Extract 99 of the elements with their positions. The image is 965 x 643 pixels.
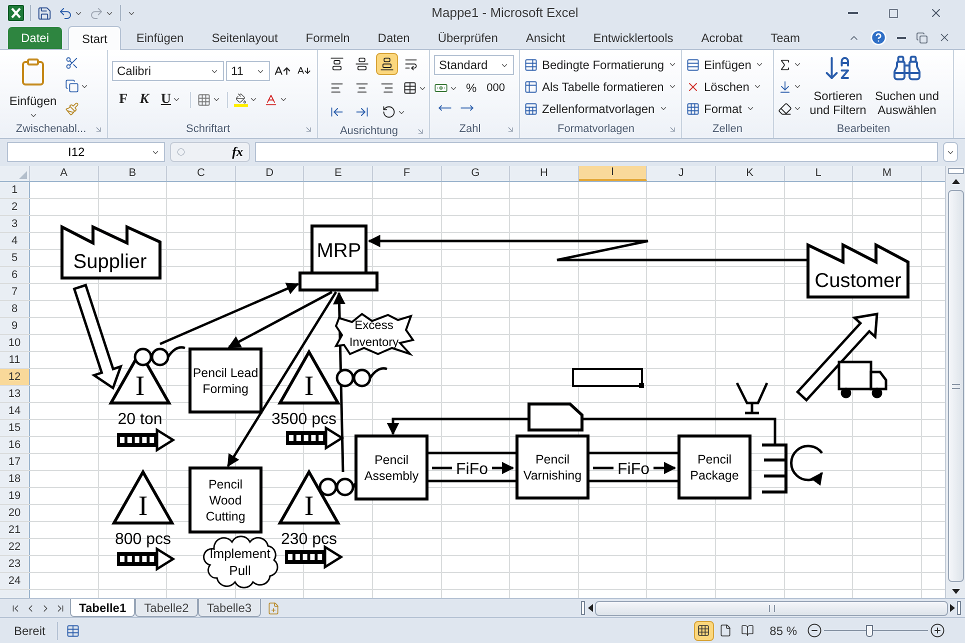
ribbon-tab[interactable]: Datei bbox=[8, 27, 62, 49]
styles-menu-button[interactable]: Als Tabelle formatieren bbox=[524, 77, 678, 96]
row-header[interactable]: 21 bbox=[0, 522, 30, 538]
row-header[interactable]: 16 bbox=[0, 437, 30, 453]
column-header[interactable]: D bbox=[236, 166, 304, 181]
column-header[interactable]: B bbox=[98, 166, 168, 181]
process-label: Pencil Lead Forming bbox=[192, 366, 258, 396]
process-label: Pencil Varnishing bbox=[523, 452, 582, 482]
sheet-tab[interactable]: Tabelle1 bbox=[70, 599, 136, 617]
percent-button[interactable]: % bbox=[464, 79, 479, 97]
process-label: Pencil Package bbox=[690, 452, 739, 482]
insert-function-button[interactable]: fx bbox=[170, 142, 250, 162]
row-header[interactable]: 24 bbox=[0, 573, 30, 589]
row-header[interactable]: 9 bbox=[0, 318, 30, 334]
row-header[interactable]: 20 bbox=[0, 505, 30, 521]
column-header[interactable]: M bbox=[853, 166, 922, 181]
group-label: Zahl bbox=[458, 122, 482, 138]
group-label: Ausrichtung bbox=[338, 124, 400, 139]
ribbon-tab[interactable]: Acrobat bbox=[688, 27, 756, 49]
ribbon-tab[interactable]: Start bbox=[68, 26, 122, 50]
inventory-amount: 230 pcs bbox=[280, 531, 338, 548]
note-text: Implement Pull bbox=[210, 546, 270, 578]
cells-menu-button[interactable]: Löschen bbox=[686, 77, 764, 96]
note-text: Excess Inventory bbox=[349, 318, 399, 349]
row-header[interactable]: 3 bbox=[0, 216, 30, 232]
underline-button[interactable]: U bbox=[158, 89, 184, 110]
thousands-button[interactable]: 000 bbox=[484, 80, 508, 96]
row-header[interactable]: 4 bbox=[0, 233, 30, 249]
styles-menu-button[interactable]: Zellenformatvorlagen bbox=[524, 99, 678, 118]
row-header[interactable]: 11 bbox=[0, 352, 30, 368]
ribbon-tab[interactable]: Seitenlayout bbox=[198, 27, 291, 49]
fifo-label: FiFo bbox=[618, 461, 650, 478]
row-header[interactable]: 23 bbox=[0, 556, 30, 572]
row-header[interactable]: 12 bbox=[0, 369, 30, 385]
inventory-amount: 800 pcs bbox=[114, 531, 172, 548]
row-header[interactable]: 18 bbox=[0, 471, 30, 487]
inventory-symbol: I bbox=[304, 491, 314, 522]
fifo-label: FiFo bbox=[456, 461, 488, 478]
ribbon-tab[interactable]: Einfügen bbox=[123, 27, 197, 49]
column-header[interactable]: G bbox=[442, 166, 510, 181]
row-header[interactable]: 7 bbox=[0, 284, 30, 300]
font-name-field[interactable]: Calibri bbox=[112, 61, 224, 81]
group-label: Bearbeiten bbox=[836, 122, 892, 138]
column-header[interactable]: E bbox=[304, 166, 373, 181]
inventory-symbol: I bbox=[138, 491, 148, 522]
row-header[interactable]: 17 bbox=[0, 454, 30, 470]
number-format-field[interactable]: Standard bbox=[434, 55, 514, 75]
row-header[interactable]: 22 bbox=[0, 539, 30, 555]
sheet-tab[interactable]: Tabelle3 bbox=[198, 599, 261, 617]
inventory-amount: 3500 pcs bbox=[272, 411, 336, 428]
column-header[interactable]: C bbox=[167, 166, 236, 181]
ribbon-tab[interactable]: Formeln bbox=[292, 27, 363, 49]
mrp-label: MRP bbox=[316, 240, 362, 262]
group-label: Zwischenabl... bbox=[14, 122, 88, 138]
column-header[interactable]: I bbox=[578, 166, 648, 181]
ribbon-tab[interactable]: Ansicht bbox=[512, 27, 578, 49]
ribbon-tab[interactable]: Entwicklertools bbox=[580, 27, 686, 49]
bold-button[interactable]: F bbox=[116, 89, 131, 110]
row-header[interactable]: 10 bbox=[0, 335, 30, 351]
column-header[interactable]: F bbox=[372, 166, 442, 181]
process-label: Pencil Wood Cutting bbox=[206, 478, 246, 524]
customer-label: Customer bbox=[814, 270, 902, 292]
window-title: Mappe1 - Microsoft Excel bbox=[432, 4, 578, 22]
cells-menu-button[interactable]: Einfügen bbox=[686, 55, 764, 74]
status-mode: Bereit bbox=[14, 622, 46, 640]
group-label: Schriftart bbox=[184, 122, 231, 138]
row-header[interactable]: 14 bbox=[0, 403, 30, 419]
inventory-symbol: I bbox=[304, 371, 314, 402]
cells-menu-button[interactable]: Format bbox=[686, 99, 764, 118]
row-header[interactable]: 5 bbox=[0, 250, 30, 266]
styles-menu-button[interactable]: Bedingte Formatierung bbox=[524, 55, 678, 74]
group-label: Formatvorlagen bbox=[556, 122, 636, 138]
column-header[interactable]: K bbox=[716, 166, 785, 181]
ribbon-tab[interactable]: Überprüfen bbox=[424, 27, 511, 49]
ribbon-tab[interactable]: Team bbox=[758, 27, 813, 49]
sort-filter-button[interactable]: Sortieren und Filtern bbox=[806, 53, 870, 121]
row-header[interactable]: 15 bbox=[0, 420, 30, 436]
supplier-label: Supplier bbox=[73, 251, 147, 273]
row-header[interactable]: 8 bbox=[0, 301, 30, 317]
process-label: Pencil Assembly bbox=[364, 453, 419, 483]
font-size-field[interactable]: 11 bbox=[226, 61, 270, 81]
name-box[interactable]: I12 bbox=[7, 142, 165, 162]
zoom-level-button[interactable]: 85 % bbox=[770, 622, 797, 640]
column-header[interactable]: J bbox=[647, 166, 716, 181]
column-header[interactable]: L bbox=[784, 166, 854, 181]
row-header[interactable]: 2 bbox=[0, 199, 30, 215]
row-header[interactable]: 19 bbox=[0, 488, 30, 504]
inventory-symbol: I bbox=[135, 371, 145, 402]
inventory-amount: 20 ton bbox=[118, 411, 162, 428]
column-header[interactable]: A bbox=[30, 166, 99, 181]
find-select-button[interactable]: Suchen und Auswählen bbox=[874, 53, 940, 121]
ribbon-tab[interactable]: Daten bbox=[364, 27, 423, 49]
italic-button[interactable]: K bbox=[136, 89, 152, 110]
group-label: Zellen bbox=[712, 122, 744, 138]
row-header[interactable]: 1 bbox=[0, 182, 30, 198]
row-header[interactable]: 13 bbox=[0, 386, 30, 402]
row-header[interactable]: 6 bbox=[0, 267, 30, 283]
paste-button[interactable]: Einfügen bbox=[8, 53, 58, 121]
sheet-tab[interactable]: Tabelle2 bbox=[135, 599, 198, 617]
